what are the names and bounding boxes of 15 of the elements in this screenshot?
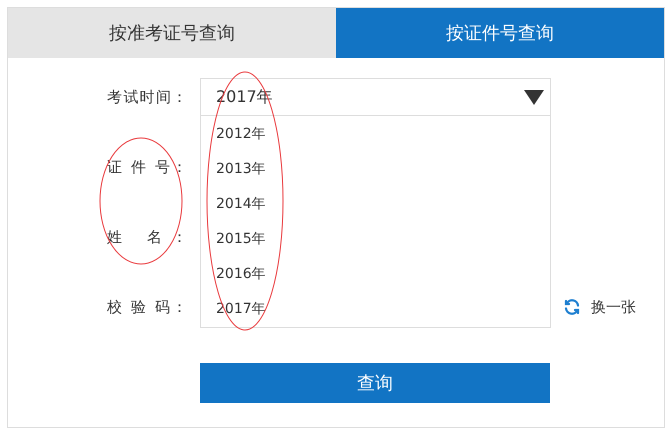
dropdown-option[interactable]: 2012年 bbox=[201, 116, 550, 151]
field-label: 姓 名： bbox=[107, 228, 187, 246]
refresh-icon bbox=[563, 298, 581, 316]
tab[interactable]: 按准考证号查询 bbox=[8, 8, 336, 58]
field-label: 证 件 号： bbox=[107, 158, 187, 176]
dropdown-option[interactable]: 2013年 bbox=[201, 151, 550, 186]
search-button[interactable]: 查询 bbox=[200, 363, 550, 403]
field-label: 校 验 码： bbox=[107, 298, 187, 316]
dropdown-option[interactable]: 2015年 bbox=[201, 221, 550, 256]
refresh-button[interactable]: 换一张 bbox=[563, 298, 636, 316]
dropdown-option[interactable]: 2014年 bbox=[201, 186, 550, 221]
tab[interactable]: 按证件号查询 bbox=[336, 8, 664, 58]
caret-icon bbox=[524, 90, 544, 104]
field-label: 考试时间： bbox=[107, 88, 187, 106]
dropdown-option[interactable]: 2016年 bbox=[201, 256, 550, 291]
